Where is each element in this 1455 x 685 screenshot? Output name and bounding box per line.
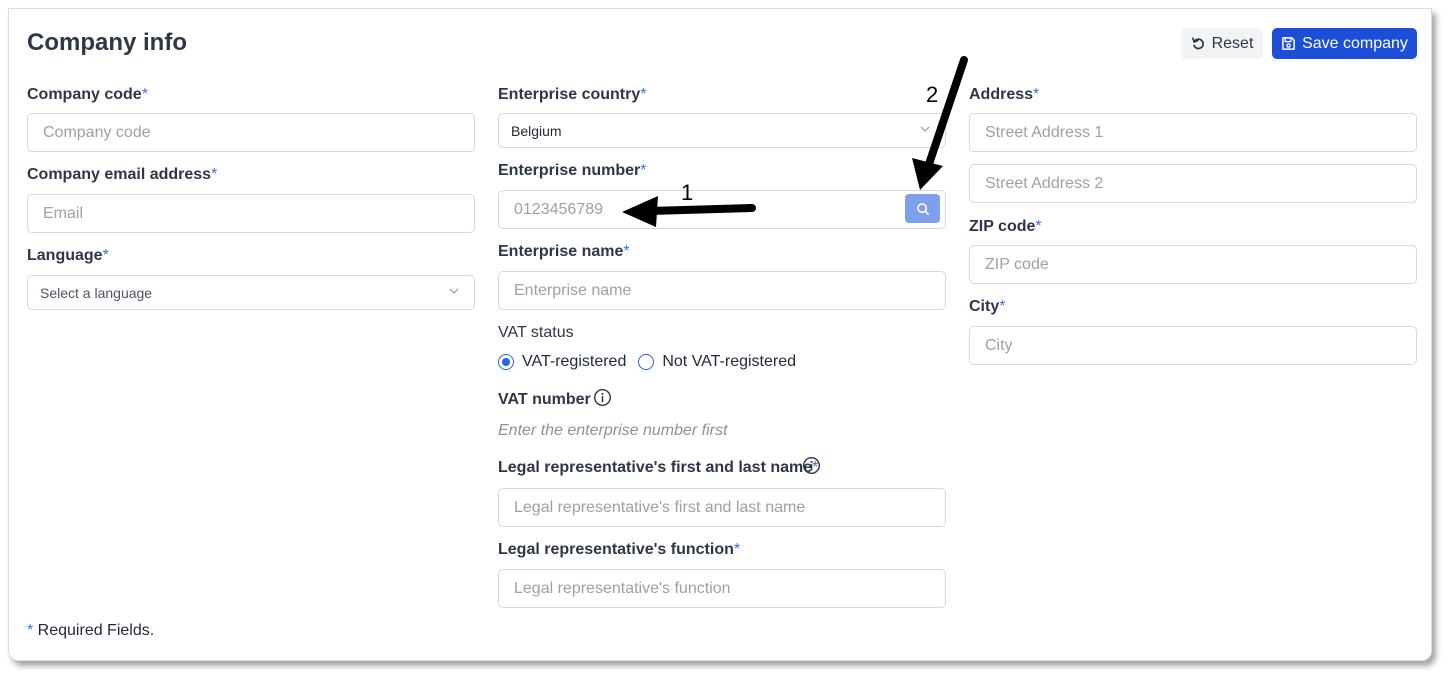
legal-rep-function-label: Legal representative's function* (498, 541, 741, 558)
not-vat-registered-radio[interactable] (638, 354, 655, 370)
legal-rep-name-label: Legal representative's first and last na… (498, 459, 819, 476)
annotation-number-1: 1 (681, 180, 694, 205)
company-code-label: Company code* (27, 86, 148, 103)
zip-code-label: ZIP code* (969, 218, 1042, 235)
company-email-label: Company email address* (27, 166, 218, 183)
legal-rep-name-input[interactable] (498, 488, 946, 527)
search-icon (916, 202, 929, 215)
info-icon[interactable] (802, 456, 821, 475)
enterprise-name-label: Enterprise name* (498, 243, 630, 260)
enterprise-number-label: Enterprise number* (498, 162, 647, 179)
reset-button[interactable]: Reset (1181, 28, 1263, 59)
company-info-card: Company info Reset Save company Company … (8, 8, 1432, 661)
save-company-button[interactable]: Save company (1272, 28, 1417, 59)
chevron-down-icon (920, 126, 930, 132)
vat-status-radio-group: VAT-registered Not VAT-registered (498, 353, 796, 371)
address-label: Address* (969, 86, 1040, 103)
email-input[interactable] (27, 194, 475, 233)
save-icon (1282, 37, 1295, 50)
enterprise-number-input[interactable] (498, 190, 946, 229)
language-label: Language* (27, 247, 109, 264)
save-label: Save company (1302, 34, 1408, 52)
info-icon[interactable] (593, 388, 612, 407)
annotation-number-2: 2 (926, 82, 939, 107)
vat-number-label: VAT number (498, 391, 591, 408)
page-title: Company info (27, 29, 187, 56)
city-label: City* (969, 298, 1006, 315)
vat-status-label: VAT status (498, 324, 574, 341)
vat-number-hint: Enter the enterprise number first (498, 422, 728, 439)
street-address-2-input[interactable] (969, 164, 1417, 203)
enterprise-search-button[interactable] (905, 194, 940, 223)
required-fields-note: * Required Fields. (27, 622, 155, 639)
language-select[interactable]: Select a language (27, 275, 475, 310)
legal-rep-function-input[interactable] (498, 569, 946, 608)
reset-label: Reset (1211, 34, 1254, 52)
reset-icon (1191, 37, 1204, 50)
company-code-input[interactable] (27, 113, 475, 152)
enterprise-country-label: Enterprise country* (498, 86, 647, 103)
enterprise-name-input[interactable] (498, 271, 946, 310)
street-address-1-input[interactable] (969, 113, 1417, 152)
language-select-value: Select a language (40, 284, 153, 301)
zip-code-input[interactable] (969, 245, 1417, 284)
city-input[interactable] (969, 326, 1417, 365)
not-vat-registered-label: Not VAT-registered (662, 353, 797, 370)
country-select[interactable]: Belgium (498, 113, 946, 148)
chevron-down-icon (449, 288, 459, 294)
vat-registered-label: VAT-registered (522, 353, 627, 370)
vat-registered-radio[interactable] (498, 354, 514, 370)
country-select-value: Belgium (511, 122, 562, 139)
